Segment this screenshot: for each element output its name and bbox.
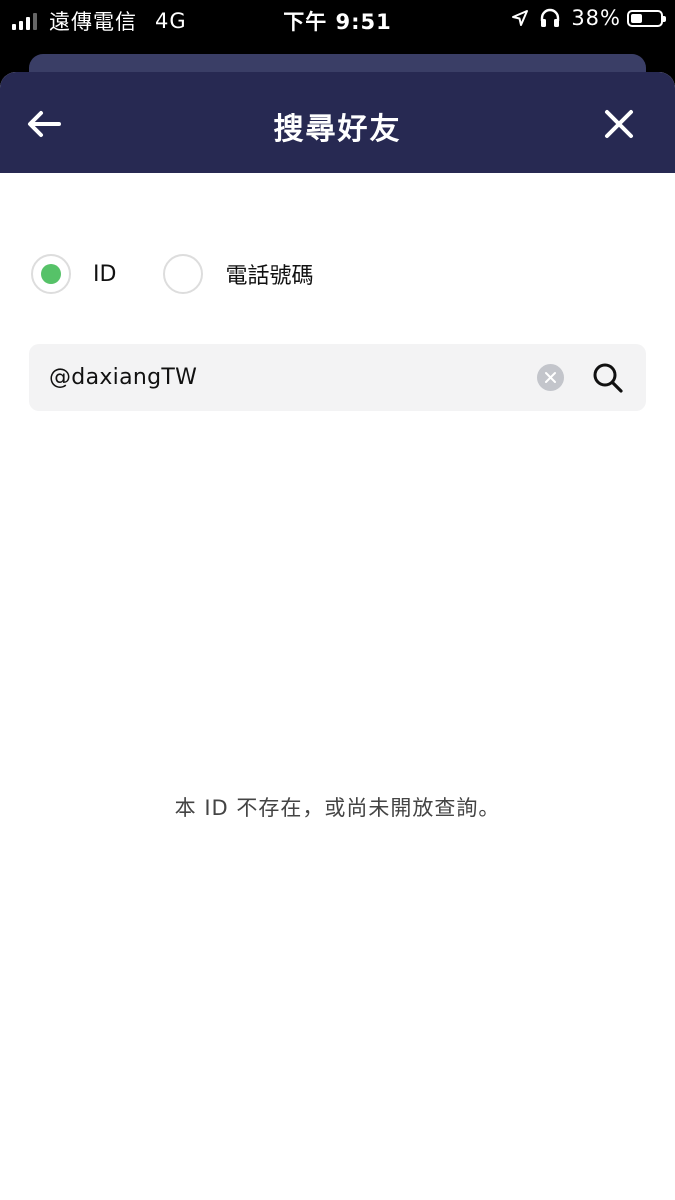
search-button[interactable] [590,360,626,396]
headphones-icon [541,8,560,27]
search-icon [593,363,623,393]
close-button[interactable] [597,102,641,146]
close-icon [605,110,633,138]
sheet-header: 搜尋好友 [0,72,675,173]
radio-label-phone: 電話號碼 [225,264,314,289]
search-friends-sheet: 搜尋好友 ID 電話號碼 @daxiangTW 本 ID 不存在，或尚未開放查詢… [0,72,675,1200]
status-right: 38% [511,6,666,30]
clear-button[interactable] [537,364,564,391]
radio-label-id: ID [93,261,117,287]
search-type-selector: ID 電話號碼 [31,254,313,294]
radio-option-phone[interactable]: 電話號碼 [163,254,313,294]
radio-button-id[interactable] [31,254,71,294]
screen: 遠傳電信 4G 下午 9:51 38% 搜尋好友 ID 電話號碼 @daxian… [0,0,675,1200]
clear-icon [545,372,556,383]
status-bar: 遠傳電信 4G 下午 9:51 38% [0,0,675,40]
not-found-message: 本 ID 不存在，或尚未開放查詢。 [174,796,501,820]
radio-button-phone[interactable] [163,254,204,294]
location-arrow-icon [512,10,529,26]
battery-icon [627,9,666,27]
battery-percent: 38% [571,6,621,30]
page-title: 搜尋好友 [273,112,402,147]
search-input[interactable]: @daxiangTW [49,344,197,411]
radio-option-id[interactable]: ID [31,254,116,294]
radio-selected-dot [41,264,61,284]
search-field[interactable]: @daxiangTW [29,344,646,411]
